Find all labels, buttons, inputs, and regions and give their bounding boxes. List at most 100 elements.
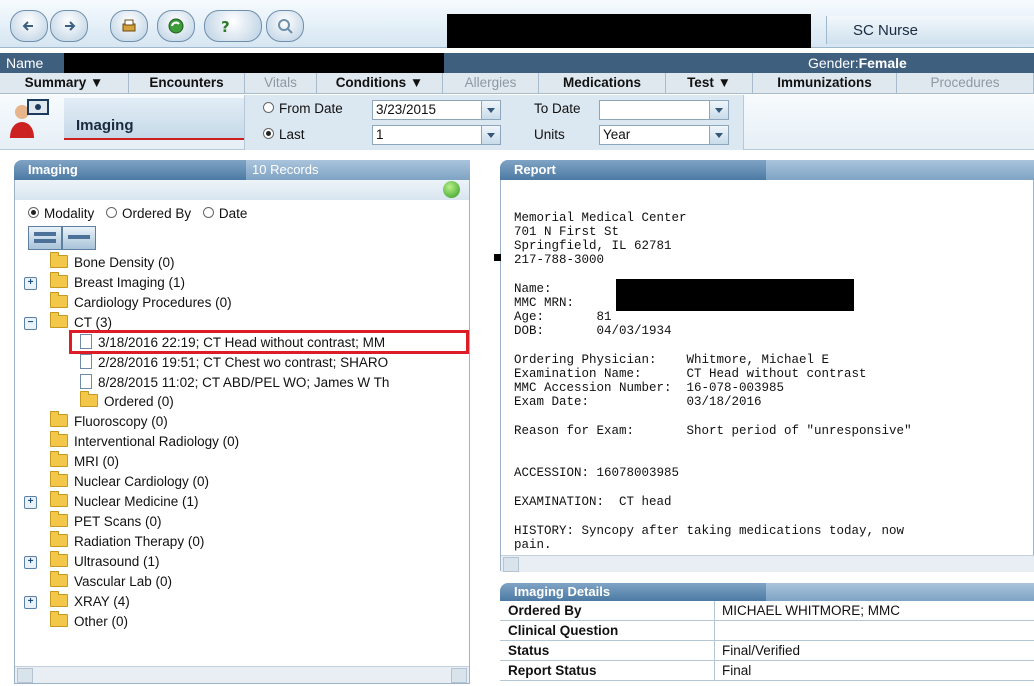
- chevron-down-icon[interactable]: [481, 126, 500, 144]
- header-cap: [766, 583, 1034, 601]
- tab-vitals[interactable]: Vitals: [245, 73, 317, 94]
- report-address2: Springfield, IL 62781: [514, 239, 672, 253]
- refresh-icon[interactable]: [443, 181, 460, 198]
- tree-pet[interactable]: PET Scans (0): [50, 511, 162, 531]
- from-date-option[interactable]: From Date: [263, 101, 343, 116]
- tab-immunizations[interactable]: Immunizations: [753, 73, 897, 94]
- tree-label: Breast Imaging (1): [74, 275, 186, 290]
- tree-nuclear-medicine[interactable]: Nuclear Medicine (1): [50, 491, 199, 511]
- tree-other[interactable]: Other (0): [50, 611, 128, 631]
- detail-value: Final/Verified: [722, 643, 801, 658]
- section-title: Imaging: [76, 117, 134, 134]
- tab-procedures[interactable]: Procedures: [897, 73, 1034, 94]
- list-view-button[interactable]: [28, 226, 62, 250]
- folder-icon: [50, 471, 68, 487]
- tree-breast-imaging[interactable]: Breast Imaging (1): [50, 272, 186, 292]
- scroll-left-icon[interactable]: [503, 557, 519, 572]
- expand-icon[interactable]: +: [24, 277, 37, 290]
- search-button[interactable]: [266, 10, 304, 42]
- expand-icon[interactable]: +: [24, 596, 37, 609]
- tree-label: MRI (0): [74, 454, 119, 469]
- report-horizontal-scrollbar[interactable]: [501, 555, 1034, 572]
- tree-nuclear-cardiology[interactable]: Nuclear Cardiology (0): [50, 471, 209, 491]
- ordered-by-radio[interactable]: [106, 207, 118, 218]
- to-date-select[interactable]: [599, 100, 729, 120]
- splitter-handle[interactable]: [494, 254, 501, 261]
- chevron-down-icon[interactable]: [709, 101, 728, 119]
- last-option[interactable]: Last: [263, 127, 305, 142]
- expand-icon[interactable]: +: [24, 556, 37, 569]
- chevron-down-icon[interactable]: [481, 101, 500, 119]
- user-role-label: SC Nurse: [853, 22, 919, 39]
- tree-fluoroscopy[interactable]: Fluoroscopy (0): [50, 411, 168, 431]
- detail-key: Status: [508, 643, 550, 658]
- document-icon: [80, 354, 92, 369]
- folder-icon: [80, 391, 98, 407]
- record-count: 10 Records: [252, 162, 319, 177]
- imaging-list-title: Imaging: [28, 162, 78, 177]
- group-modality[interactable]: Modality: [28, 206, 94, 221]
- from-date-select[interactable]: 3/23/2015: [372, 100, 501, 120]
- group-ordered-by[interactable]: Ordered By: [106, 206, 191, 221]
- tree-interventional[interactable]: Interventional Radiology (0): [50, 431, 239, 451]
- folder-icon: [50, 551, 68, 567]
- tree-xray[interactable]: XRAY (4): [50, 591, 130, 611]
- tree-radiation[interactable]: Radiation Therapy (0): [50, 531, 205, 551]
- tree-bone-density[interactable]: Bone Density (0): [50, 252, 175, 272]
- redacted-block: [447, 14, 811, 48]
- redacted-patient-info: [616, 279, 854, 311]
- last-radio[interactable]: [263, 128, 274, 139]
- detail-view-icon: [68, 235, 90, 239]
- tree-vascular[interactable]: Vascular Lab (0): [50, 571, 172, 591]
- tree-label: Nuclear Medicine (1): [74, 494, 199, 509]
- tree-ct-item[interactable]: 8/28/2015 11:02; CT ABD/PEL WO; James W …: [80, 374, 389, 392]
- report-reason: Reason for Exam: Short period of "unresp…: [514, 424, 912, 438]
- help-button[interactable]: ?: [204, 10, 262, 42]
- date-radio[interactable]: [202, 207, 214, 218]
- folder-icon: [50, 451, 68, 467]
- report-address1: 701 N First St: [514, 225, 620, 239]
- from-date-radio[interactable]: [263, 102, 274, 113]
- tree-ct-ordered[interactable]: Ordered (0): [80, 391, 174, 411]
- report-history: HISTORY: Syncopy after taking medication…: [514, 524, 905, 538]
- detail-key: Ordered By: [508, 603, 582, 618]
- folder-icon: [50, 571, 68, 587]
- report-examination: EXAMINATION: CT head: [514, 495, 672, 509]
- list-view-icon: [34, 232, 56, 236]
- tree-ultrasound[interactable]: Ultrasound (1): [50, 551, 160, 571]
- detail-row-ordered-by: Ordered By MICHAEL WHITMORE; MMC: [500, 601, 1034, 621]
- units-select[interactable]: Year: [599, 125, 729, 145]
- collapse-icon[interactable]: −: [24, 317, 37, 330]
- last-select[interactable]: 1: [372, 125, 501, 145]
- tab-encounters[interactable]: Encounters: [129, 73, 245, 94]
- tree-label: Radiation Therapy (0): [74, 534, 205, 549]
- tree-ct-item[interactable]: 2/28/2016 19:51; CT Chest wo contrast; S…: [80, 354, 388, 372]
- forward-button[interactable]: [50, 10, 88, 42]
- to-date-label: To Date: [534, 101, 581, 116]
- print-button[interactable]: [110, 10, 148, 42]
- group-date[interactable]: Date: [202, 206, 247, 221]
- detail-value: MICHAEL WHITMORE; MMC: [722, 603, 900, 618]
- tab-medications[interactable]: Medications: [539, 73, 666, 94]
- scroll-left-icon[interactable]: [17, 668, 33, 683]
- tree-label: 2/28/2016 19:51; CT Chest wo contrast; S…: [98, 355, 389, 370]
- expand-icon[interactable]: +: [24, 496, 37, 509]
- tree-label: Bone Density (0): [74, 255, 175, 270]
- patient-imaging-icon: [10, 99, 49, 138]
- tab-conditions[interactable]: Conditions ▼: [317, 73, 443, 94]
- ordered-by-label: Ordered By: [122, 206, 192, 221]
- modality-radio[interactable]: [28, 207, 39, 218]
- tab-test[interactable]: Test ▼: [666, 73, 753, 94]
- refresh-button[interactable]: [157, 10, 195, 42]
- last-label: Last: [279, 127, 305, 142]
- tab-allergies[interactable]: Allergies: [443, 73, 539, 94]
- tree-mri[interactable]: MRI (0): [50, 451, 119, 471]
- units-value: Year: [603, 127, 631, 142]
- tree-horizontal-scrollbar[interactable]: [15, 666, 469, 683]
- tree-cardiology[interactable]: Cardiology Procedures (0): [50, 292, 232, 312]
- scroll-right-icon[interactable]: [451, 668, 467, 683]
- back-button[interactable]: [10, 10, 48, 42]
- tab-summary[interactable]: Summary ▼: [0, 73, 129, 94]
- chevron-down-icon[interactable]: [709, 126, 728, 144]
- detail-view-button[interactable]: [62, 226, 96, 250]
